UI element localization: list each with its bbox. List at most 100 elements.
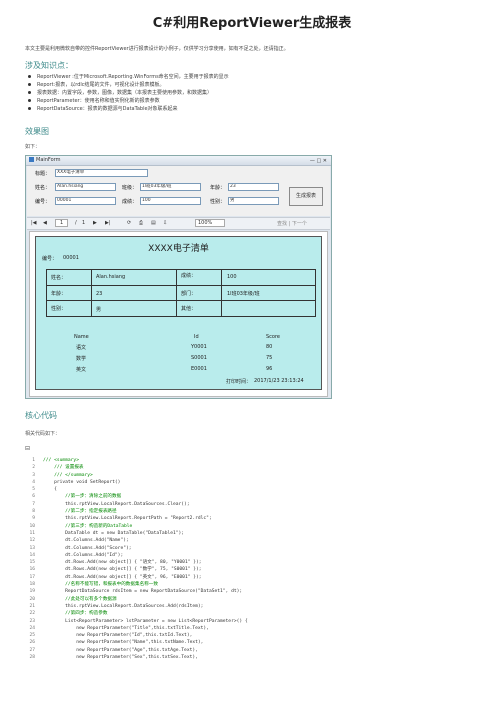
table-cell: 75 [266,355,273,361]
code-line: 2 /// 设置报表 [25,464,485,471]
app-icon [29,157,34,162]
code-text: //第一步：清除之前的数据 [43,494,122,500]
line-number: 3 [32,472,35,478]
first-page-icon[interactable]: |◀ [31,220,37,226]
no-input[interactable]: 00001 [55,197,116,205]
section-code-heading: 核心代码 [25,411,57,420]
print-time-label: 打印时间： [226,379,252,385]
code-text: this.rptView.LocalReport.DataSources.Cle… [43,501,190,507]
line-number: 7 [32,501,35,507]
print-icon[interactable]: ⎙ [139,220,143,226]
title-input[interactable]: XXX电子清单 [55,169,148,177]
sex-input[interactable]: 男 [228,197,279,205]
line-number: 6 [32,494,35,500]
code-line: 13 dt.Columns.Add("Score"); [25,545,485,552]
name-label: 姓名： [35,185,51,191]
effect-caption: 如下： [25,144,41,150]
line-number: 9 [32,516,35,522]
page-number-input[interactable]: 1 [55,219,69,227]
print-time-value: 2017/1/23 23:13:24 [254,378,304,384]
code-line: 7 this.rptView.LocalReport.DataSources.C… [25,501,485,508]
title-label: 标题： [35,171,51,177]
sex-label: 性别： [210,199,226,205]
code-text: //此处可以有多个数据源 [43,596,117,602]
report-dept-label: 部门： [181,291,197,297]
code-line: 26 new ReportParameter("Name",this.txtNa… [25,639,485,646]
report-no-label: 编号： [42,256,58,262]
code-text: { [43,487,57,493]
window-title: MainForm [36,157,61,163]
code-text: new ReportParameter("Title",this.txtTitl… [43,625,209,631]
layout-icon[interactable]: ▤ [151,220,156,226]
table-header-id: Id [194,334,199,340]
code-line: 3 /// </summary> [25,472,485,479]
code-line: 19 ReportDataSource rdsItem = new Report… [25,588,485,595]
line-number: 21 [29,603,35,609]
list-item: 报表数据：内置字段，参数，图像，数据集（本报表主要使用参数，和数据集） [28,89,229,97]
window-controls[interactable]: — □ ✕ [310,157,327,166]
age-input[interactable]: 23 [228,183,279,191]
table-cell: 数学 [76,356,87,362]
section-knowledge-heading: 涉及知识点： [25,61,73,70]
class-input[interactable]: 1l班03年级/班 [140,183,201,191]
report-name-value: Alan.hsiang [96,274,126,280]
code-text: dt.Rows.Add(new object[] { "语文", 80, "Y0… [43,560,202,566]
line-number: 16 [29,567,35,573]
no-label: 编号： [35,199,51,205]
report-title: XXXX电子清单 [148,244,209,254]
code-text: /// </summary> [43,472,93,478]
code-text: //第三步：构造新的DataTable [43,523,133,529]
line-number: 27 [29,647,35,653]
report-other-label: 其他： [181,306,197,312]
report-sex-value: 男 [96,307,102,313]
last-page-icon[interactable]: ▶| [105,220,111,226]
code-text: /// <summary> [43,458,79,463]
score-input[interactable]: 100 [140,197,201,205]
code-line: 1 /// <summary> [25,457,485,464]
line-number: 18 [29,582,35,588]
code-text: dt.Rows.Add(new object[] { "英文", 96, "E0… [43,574,202,580]
code-line: 14 dt.Columns.Add("Id"); [25,552,485,559]
code-line: 16 dt.Rows.Add(new object[] { "数学", 75, … [25,566,485,573]
code-line: 8 //第二步：指定报表路径 [25,508,485,515]
prev-page-icon[interactable]: ◀ [43,220,47,226]
score-label: 成绩： [122,199,138,205]
report-page: XXXX电子清单 编号： 00001 姓名： Alan.hsiang 成绩： 1… [35,236,322,390]
export-icon[interactable]: ⇩ [163,220,167,226]
code-caption: 相关代码如下： [25,431,61,437]
line-number: 8 [32,509,35,515]
name-input[interactable]: Alan.hsiang [55,183,116,191]
list-item: ReportDataSource：报表的数据源与DataTable对象联系起来 [28,105,229,113]
table-cell: E0001 [191,366,207,372]
code-text: new ReportParameter("Name",this.txtName.… [43,640,204,646]
refresh-icon[interactable]: ⟳ [127,220,131,226]
zoom-select[interactable]: 100% [195,219,226,227]
section-effect-heading: 效果图 [25,127,49,136]
line-number: 10 [29,523,35,529]
table-header-name: Name [74,334,89,340]
table-cell: 96 [266,366,273,372]
code-toggle-icon[interactable]: ⊟ [25,445,30,452]
line-number: 15 [29,560,35,566]
code-line: 23 List<ReportParameter> lstParameter = … [25,618,485,625]
table-cell: 英文 [76,367,87,373]
line-number: 11 [29,530,35,536]
line-number: 5 [32,487,35,493]
code-text: new ReportParameter("Sex",this.txtSex.Te… [43,655,198,661]
report-viewer[interactable]: XXXX电子清单 编号： 00001 姓名： Alan.hsiang 成绩： 1… [29,231,328,397]
report-name-label: 姓名： [51,275,67,281]
class-label: 班级： [122,185,138,191]
line-number: 12 [29,538,35,544]
table-cell: 80 [266,344,273,350]
table-cell: 语文 [76,345,87,351]
code-line: 11 DataTable dt = new DataTable("DataTab… [25,530,485,537]
generate-report-button[interactable]: 生成报表 [289,187,323,206]
code-text: //第二步：指定报表路径 [43,509,117,515]
next-page-icon[interactable]: ▶ [93,220,97,226]
code-line: 5 { [25,486,485,493]
line-number: 14 [29,552,35,558]
knowledge-list: ReportViewer :位于Microsoft.Reporting.WinF… [28,73,229,113]
find-controls[interactable]: 查找 | 下一个 [277,220,307,227]
code-text: //第四步：构造参数 [43,611,108,617]
page-total: 1 [82,220,86,226]
